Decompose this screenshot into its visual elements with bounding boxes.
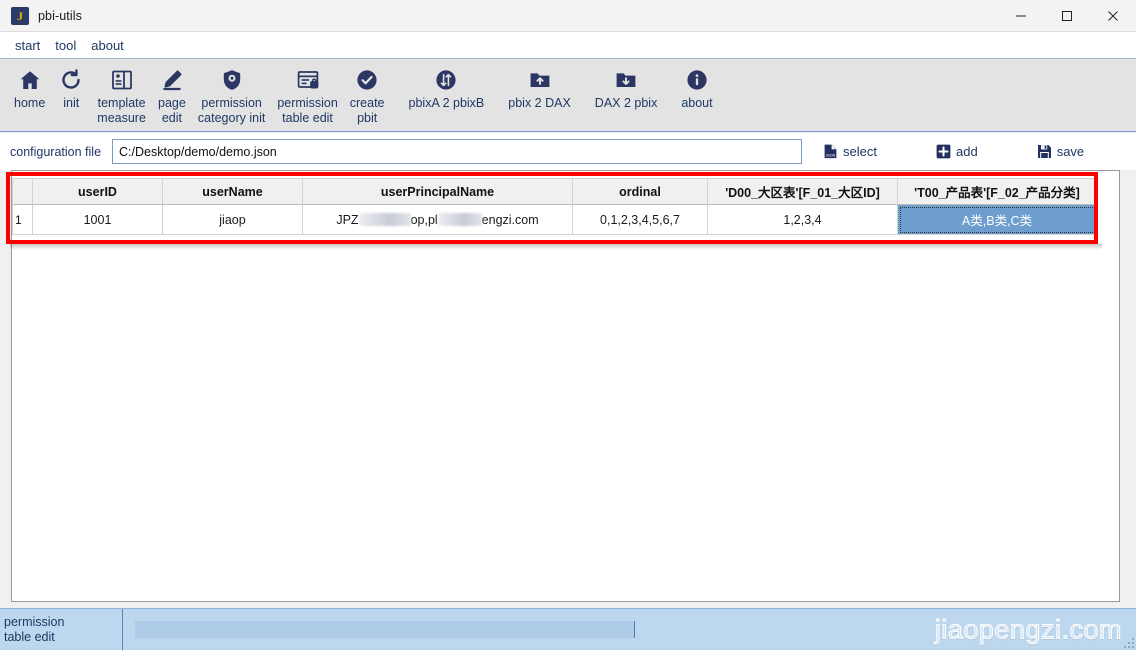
toolbar-button-page-edit[interactable]: page edit [152, 64, 192, 126]
folder-down-icon [613, 67, 639, 93]
title-bar: J pbi-utils [0, 0, 1136, 32]
add-button-label: add [956, 144, 978, 159]
app-icon: J [11, 6, 29, 25]
toolbar-label-home: home [14, 96, 46, 110]
status-bar: permission table edit jiaopengzi.com [0, 608, 1136, 650]
upn-prefix: JPZ [336, 212, 359, 227]
configuration-row: configuration file JSON select [0, 133, 1136, 170]
watermark-text: jiaopengzi.com [934, 614, 1122, 645]
column-header-ordinal[interactable]: ordinal [572, 178, 708, 205]
minimize-button[interactable] [998, 0, 1044, 32]
toolbar-label-page-edit: page edit [158, 96, 186, 125]
toolbar-label-create-pbit: create pbit [349, 96, 385, 125]
check-circle-icon [354, 67, 380, 93]
toolbar-button-dax-2-pbix[interactable]: DAX 2 pbix [589, 64, 664, 111]
toolbar-label-init: init [63, 96, 80, 110]
cell-d00-region-id[interactable]: 1,2,3,4 [707, 204, 898, 235]
status-label: permission table edit [0, 609, 123, 650]
toolbar-button-pbix-2-dax[interactable]: pbix 2 DAX [502, 64, 577, 111]
row-header-1[interactable]: 1 [12, 204, 33, 235]
cell-userid[interactable]: 1001 [32, 204, 163, 235]
cell-userprincipalname[interactable]: JPZ op,pl engzi.com [302, 204, 573, 235]
toolbar-button-create-pbit[interactable]: create pbit [344, 64, 391, 126]
menu-item-tool[interactable]: tool [48, 35, 83, 56]
toolbar-label-about: about [681, 96, 713, 110]
home-icon [17, 67, 43, 93]
pencil-icon [159, 67, 185, 93]
folder-up-icon [527, 67, 553, 93]
toolbar-button-init[interactable]: init [51, 64, 91, 111]
permission-table: userID userName userPrincipalName ordina… [12, 178, 1097, 238]
save-button[interactable]: save [1036, 143, 1084, 160]
select-button[interactable]: JSON select [822, 143, 877, 160]
toolbar-button-permission-category-init[interactable]: permission category init [192, 64, 271, 126]
toolbar-label-permission-table-edit: permission table edit [277, 96, 338, 125]
toolbar-button-home[interactable]: home [8, 64, 51, 111]
plus-square-icon [935, 143, 952, 160]
highlight-rectangle-shadow [10, 244, 1102, 250]
maximize-icon [1061, 10, 1073, 22]
toolbar-label-template-measure: template measure [97, 96, 146, 125]
progress-bar [135, 621, 635, 638]
status-progress-area: jiaopengzi.com [123, 609, 1136, 650]
toolbar: home init template measure page edit per… [0, 59, 1136, 132]
column-header-userid[interactable]: userID [32, 178, 163, 205]
configuration-file-input[interactable] [112, 139, 803, 164]
close-icon [1107, 10, 1119, 22]
application-window: J pbi-utils start tool about home init t… [0, 0, 1136, 650]
resize-grip[interactable] [1122, 636, 1134, 648]
table-corner-cell[interactable] [12, 178, 33, 205]
swap-circle-icon [433, 67, 459, 93]
toolbar-label-dax-2-pbix: DAX 2 pbix [594, 96, 658, 110]
close-button[interactable] [1090, 0, 1136, 32]
column-header-d00-region-id[interactable]: 'D00_大区表'[F_01_大区ID] [707, 178, 898, 205]
cell-username[interactable]: jiaop [162, 204, 303, 235]
add-button[interactable]: add [935, 143, 978, 160]
cell-t00-product-category[interactable]: A类,B类,C类 [897, 204, 1097, 235]
column-header-userprincipalname[interactable]: userPrincipalName [302, 178, 573, 205]
template-icon [109, 67, 135, 93]
toolbar-button-pbixa-2-pbixb[interactable]: pbixA 2 pbixB [403, 64, 491, 111]
cell-ordinal[interactable]: 0,1,2,3,4,5,6,7 [572, 204, 708, 235]
upn-mid: op,pl [410, 212, 438, 227]
save-button-label: save [1056, 144, 1085, 159]
table-lock-icon [295, 67, 321, 93]
column-header-t00-product-category[interactable]: 'T00_产品表'[F_02_产品分类] [897, 178, 1097, 205]
refresh-icon [58, 67, 84, 93]
upn-redaction-1 [358, 212, 411, 226]
menu-bar: start tool about [0, 32, 1136, 59]
select-button-label: select [843, 144, 877, 159]
toolbar-button-template-measure[interactable]: template measure [91, 64, 152, 126]
info-circle-icon [684, 67, 710, 93]
menu-item-start[interactable]: start [8, 35, 47, 56]
column-header-username[interactable]: userName [162, 178, 303, 205]
upn-suffix: engzi.com [481, 212, 539, 227]
toolbar-label-pbix-2-dax: pbix 2 DAX [508, 96, 571, 110]
minimize-icon [1015, 10, 1027, 22]
floppy-disk-icon [1036, 143, 1053, 160]
window-title: pbi-utils [38, 8, 82, 23]
table-header-row: userID userName userPrincipalName ordina… [12, 178, 1097, 205]
toolbar-button-about[interactable]: about [675, 64, 718, 111]
shield-icon [219, 67, 245, 93]
toolbar-button-permission-table-edit[interactable]: permission table edit [271, 64, 343, 126]
configuration-file-label: configuration file [10, 144, 102, 159]
table-row: 1 1001 jiaop JPZ op,pl engzi.com 0,1,2,3,4… [12, 204, 1097, 235]
window-controls [998, 0, 1136, 32]
upn-redaction-2 [437, 212, 482, 226]
json-file-icon: JSON [822, 143, 839, 160]
configuration-actions: JSON select add save [822, 143, 1084, 160]
maximize-button[interactable] [1044, 0, 1090, 32]
svg-text:JSON: JSON [826, 154, 836, 158]
menu-item-about[interactable]: about [84, 35, 131, 56]
toolbar-label-permission-category-init: permission category init [197, 96, 266, 125]
toolbar-label-pbixa-2-pbixb: pbixA 2 pbixB [408, 96, 485, 110]
